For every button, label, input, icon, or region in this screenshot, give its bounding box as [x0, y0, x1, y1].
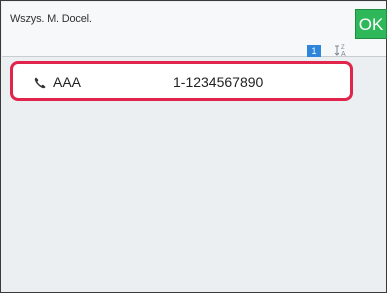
ok-button[interactable]: OK [355, 9, 387, 39]
list-item[interactable]: AAA 1-1234567890 [10, 61, 353, 101]
header-bar: Wszys. M. Docel. OK 1 Z A [2, 2, 387, 58]
entry-number: 1-1234567890 [173, 74, 264, 90]
phone-icon [33, 76, 47, 90]
sort-az-icon[interactable]: Z A [333, 43, 353, 58]
entry-name: AAA [53, 74, 82, 90]
sort-az-glyph: Z A [334, 45, 346, 58]
screen-title: Wszys. M. Docel. [10, 13, 92, 25]
destination-list-screen: Wszys. M. Docel. OK 1 Z A AAA 1-12345678… [0, 0, 387, 293]
page-number-badge[interactable]: 1 [307, 45, 321, 57]
svg-text:A: A [341, 51, 346, 57]
